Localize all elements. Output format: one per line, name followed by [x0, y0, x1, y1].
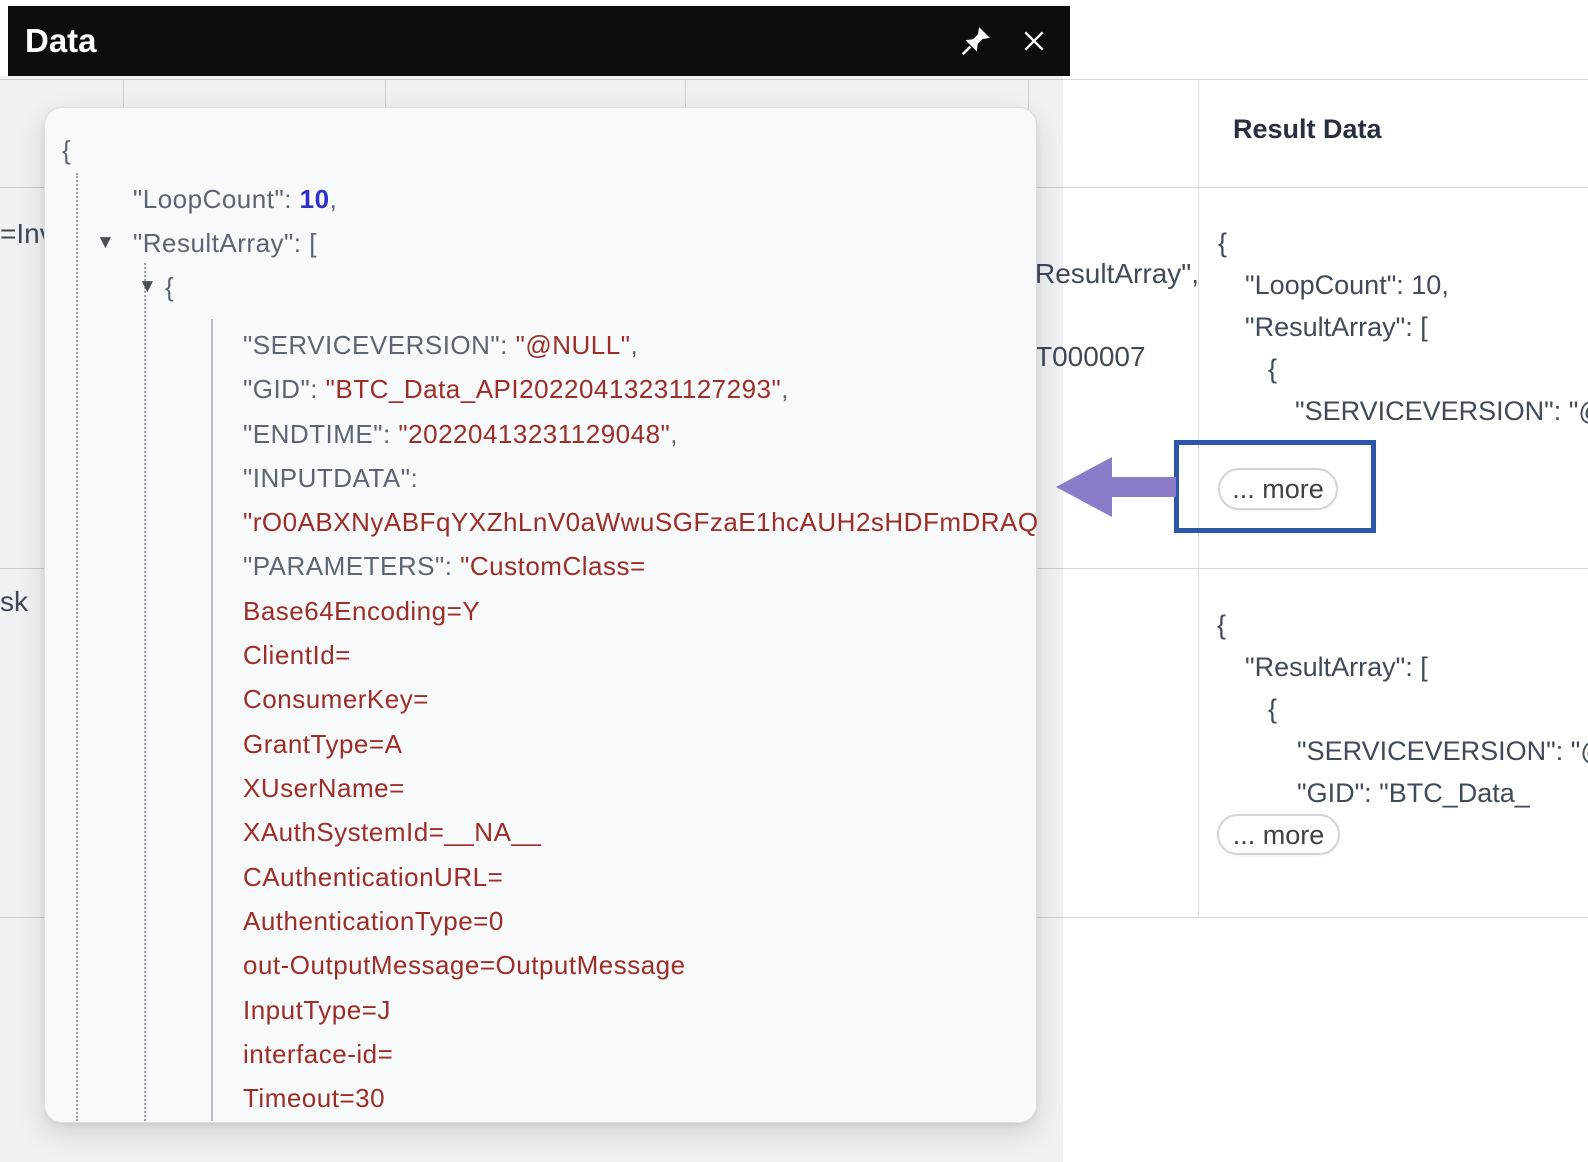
json-line: "ResultArray": [ [1245, 646, 1428, 688]
json-line: "GID": "BTC_Data_API20220413231127293", [243, 367, 789, 411]
json-token-str: interface-id= [243, 1039, 393, 1069]
json-token-key: "INPUTDATA" [243, 463, 410, 493]
json-line: Timeout=30 [243, 1076, 385, 1120]
json-token-punc: : [383, 419, 398, 449]
json-token-str: ConsumerKey= [243, 684, 429, 714]
json-line: { [165, 265, 174, 309]
close-icon[interactable] [1012, 19, 1056, 63]
json-token-punc: , [330, 184, 338, 214]
json-token-str: CAuthenticationURL= [243, 862, 503, 892]
json-token-str: "rO0ABXNyABFqYXZhLnV0aWwuSGFzaE1hcAUH2sH… [243, 507, 1037, 537]
json-line: { [1268, 688, 1277, 730]
json-line: interface-id= [243, 1032, 393, 1076]
json-token-key: "SERVICEVERSION" [243, 330, 500, 360]
json-line: "SERVICEVERSION": "@NULL", [1295, 390, 1588, 432]
json-token-str: "CustomClass= [460, 551, 646, 581]
json-line: { [62, 128, 71, 172]
indent-guide [76, 173, 78, 1121]
json-line: "PARAMETERS": "CustomClass= [243, 544, 646, 588]
json-line: CAuthenticationURL= [243, 855, 503, 899]
panel-title: Data [25, 22, 954, 60]
json-line: { [1268, 348, 1277, 390]
json-line: InputType=J [243, 988, 391, 1032]
json-token-str: GrantType=A [243, 729, 402, 759]
json-line: AuthenticationType=0 [243, 899, 504, 943]
json-line: "ENDTIME": "20220413231129048", [243, 412, 678, 456]
json-token-str: InputType=J [243, 995, 391, 1025]
json-token-num: 10 [300, 184, 330, 214]
json-line: XUserName= [243, 766, 405, 810]
pin-icon[interactable] [954, 19, 998, 63]
json-token-str: out-OutputMessage=OutputMessage [243, 950, 686, 980]
json-token-punc: , [630, 330, 638, 360]
json-token-punc: : [500, 330, 515, 360]
json-token-str: XUserName= [243, 773, 405, 803]
json-token-punc: , [781, 374, 789, 404]
json-line: "ResultArray": [ [1245, 306, 1428, 348]
screenshot-root: Result Data =Inv sk ResultArray", T00000… [0, 0, 1588, 1162]
json-token-key: "LoopCount" [133, 184, 284, 214]
json-token-str: ClientId= [243, 640, 351, 670]
json-token-punc: : [445, 551, 460, 581]
json-token-punc: { [62, 135, 71, 165]
json-line: "GID": "BTC_Data_ [1297, 772, 1530, 814]
data-panel-titlebar: Data [8, 6, 1070, 76]
json-token-str: AuthenticationType=0 [243, 906, 504, 936]
json-token-key: "ENDTIME" [243, 419, 383, 449]
json-line: ClientId= [243, 633, 351, 677]
json-line: { [1217, 604, 1226, 646]
json-token-punc: { [165, 272, 174, 302]
json-line: "LoopCount": 10, [133, 177, 337, 221]
json-token-punc: , [670, 419, 678, 449]
json-token-str: Base64Encoding=Y [243, 596, 480, 626]
expander-icon[interactable]: ▼ [96, 221, 115, 265]
json-token-key: "PARAMETERS" [243, 551, 445, 581]
json-line: { [1218, 222, 1227, 264]
json-line: "SERVICEVERSION": "@NULL", [243, 323, 638, 367]
json-token-str: "BTC_Data_API20220413231127293" [326, 374, 782, 404]
expander-icon[interactable]: ▼ [138, 265, 157, 309]
result-data-column-header: Result Data [1233, 114, 1382, 145]
json-token-str: XAuthSystemId=__NA__ [243, 817, 541, 847]
json-popup-content: {"LoopCount": 10,▼"ResultArray": [▼{"SER… [44, 107, 1037, 1123]
json-token-punc: : [410, 463, 418, 493]
annotation-highlight-box [1174, 440, 1376, 533]
json-token-key: "ResultArray" [133, 228, 294, 258]
json-token-str: Timeout=30 [243, 1083, 385, 1113]
json-token-str: "@NULL" [516, 330, 631, 360]
json-line: "ResultArray": [ [133, 221, 317, 265]
json-line: "INPUTDATA": [243, 456, 418, 500]
json-line: out-OutputMessage=OutputMessage [243, 943, 686, 987]
json-line: XAuthSystemId=__NA__ [243, 810, 541, 854]
indent-guide [144, 263, 146, 1121]
json-line: "SERVICEVERSION": "@NULL", [1297, 730, 1588, 772]
json-token-punc: : [ [294, 228, 317, 258]
indent-guide [211, 319, 213, 1121]
more-button[interactable]: ... more [1217, 814, 1340, 855]
json-line: GrantType=A [243, 722, 402, 766]
json-token-punc: : [310, 374, 325, 404]
json-token-str: "20220413231129048" [398, 419, 670, 449]
json-line: ConsumerKey= [243, 677, 429, 721]
json-token-punc: : [284, 184, 299, 214]
json-line: Base64Encoding=Y [243, 589, 480, 633]
json-line: "rO0ABXNyABFqYXZhLnV0aWwuSGFzaE1hcAUH2sH… [243, 500, 1037, 544]
json-line: "LoopCount": 10, [1245, 264, 1449, 306]
json-token-key: "GID" [243, 374, 310, 404]
